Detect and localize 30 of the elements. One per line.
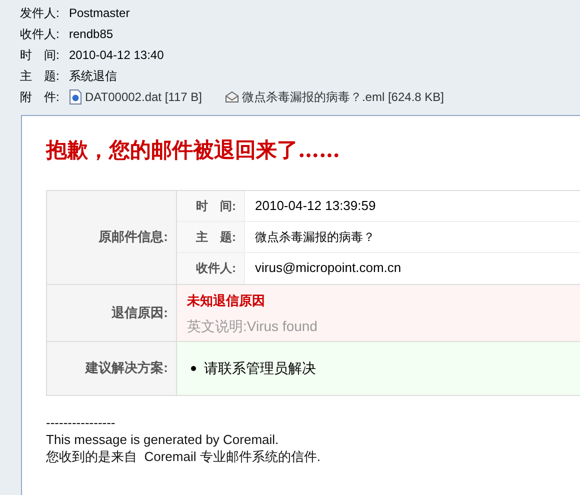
row-label: 原邮件信息: [47, 190, 177, 284]
row-value: 微点杀毒漏报的病毒？ [254, 228, 375, 246]
field-value: Postmaster [69, 4, 130, 22]
attachment-link[interactable]: 微点杀毒漏报的病毒？.eml [624.8 KB] [224, 88, 444, 106]
field-label: 时 间: [20, 46, 60, 64]
field-label: 收件人: [20, 26, 60, 42]
field-label: 主 题: [20, 68, 60, 84]
attachment-link[interactable]: DAT00002.dat [117 B] [69, 88, 202, 106]
bounce-title: 抱歉，您的邮件被退回来了…… [46, 136, 341, 164]
row-label: 建议解决方案: [47, 342, 177, 394]
suggestion-text: 请联系管理员解决 [204, 358, 316, 378]
footer-text: This message is generated by Coremail. [46, 430, 280, 448]
bullet-icon [191, 366, 196, 370]
field-value: rendb85 [69, 26, 114, 42]
reason-title: 未知退信原因 [187, 292, 266, 310]
document-icon [69, 88, 82, 104]
envelope-icon [224, 90, 239, 102]
row-label: 时 间: [177, 190, 245, 220]
row-label: 主 题: [177, 222, 245, 252]
row-value: 2010-04-12 13:39:59 [254, 196, 376, 215]
reason-detail: 英文说明:Virus found [187, 317, 318, 336]
field-value: 系统退信 [69, 68, 117, 84]
footer-text: ---------------- [46, 414, 116, 430]
field-value: 2010-04-12 13:40 [69, 46, 164, 64]
row-label: 退信原因: [47, 284, 177, 340]
footer-text: 您收到的是来自 Coremail 专业邮件系统的信件. [46, 448, 322, 464]
field-label: 附 件: [20, 88, 60, 106]
row-label: 收件人: [177, 252, 245, 284]
row-value: virus@micropoint.com.cn [254, 259, 402, 278]
field-label: 发件人: [20, 4, 60, 22]
